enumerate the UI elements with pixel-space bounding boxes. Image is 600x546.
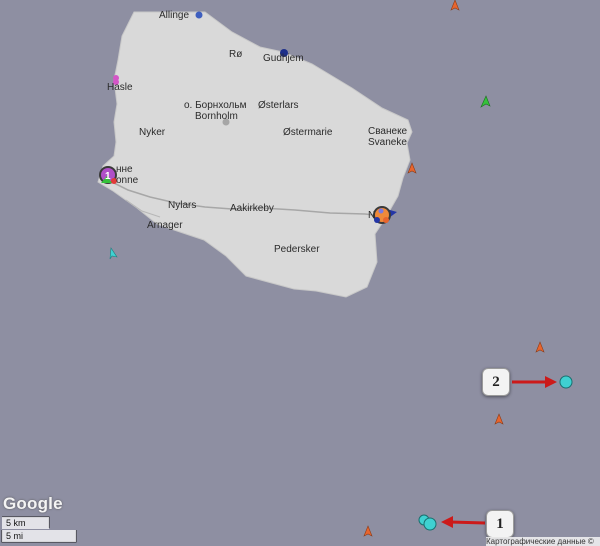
place-label-osterlars: Østerlars — [258, 100, 299, 111]
place-label-ronne-ru: нне — [116, 164, 133, 175]
scale-bar-km: 5 km — [2, 517, 76, 529]
place-label-bornholm-ru: о. Борнхольм — [184, 100, 247, 111]
place-label-hasle: Hasle — [107, 82, 133, 93]
google-logo[interactable]: Google — [3, 494, 63, 514]
target-vessel-2[interactable] — [559, 375, 573, 389]
place-label-ronne: onne — [116, 175, 139, 186]
place-label-svaneke: Svaneke — [368, 137, 407, 148]
place-label-pedersker: Pedersker — [274, 244, 320, 255]
place-label-aakirkeby: Aakirkeby — [230, 203, 274, 214]
ronne-vessel-cluster[interactable]: 1 — [99, 166, 117, 184]
place-label-gudhjem: Gudhjem — [263, 53, 304, 64]
map-attribution[interactable]: Картографические данные © — [486, 537, 600, 546]
place-label-bornholm: Bornholm — [195, 111, 238, 122]
place-label-ro: Rø — [229, 49, 243, 60]
place-label-svaneke-ru: Сванеке — [368, 126, 408, 137]
callout-label-2[interactable]: 2 — [482, 368, 510, 396]
ronne-cluster-count: 1 — [105, 171, 111, 182]
place-label-nexo: N — [368, 210, 376, 221]
place-label-nyker: Nyker — [139, 127, 166, 138]
place-label-arnager: Arnager — [147, 220, 183, 231]
scale-bar-mi: 5 mi — [2, 530, 76, 542]
place-label-nylars: Nylars — [168, 200, 197, 211]
scale-bar-km-label: 5 km — [6, 518, 26, 528]
place-label-allinge: Allinge — [159, 10, 190, 21]
target-vessel-1b[interactable] — [423, 517, 437, 531]
callout-label-1[interactable]: 1 — [486, 510, 514, 538]
scale-bar-mi-label: 5 mi — [6, 531, 24, 541]
map-canvas[interactable]: 1 — [0, 0, 600, 546]
allinge-harbor-dot[interactable] — [195, 11, 203, 19]
place-label-ostermarie: Østermarie — [283, 127, 333, 138]
